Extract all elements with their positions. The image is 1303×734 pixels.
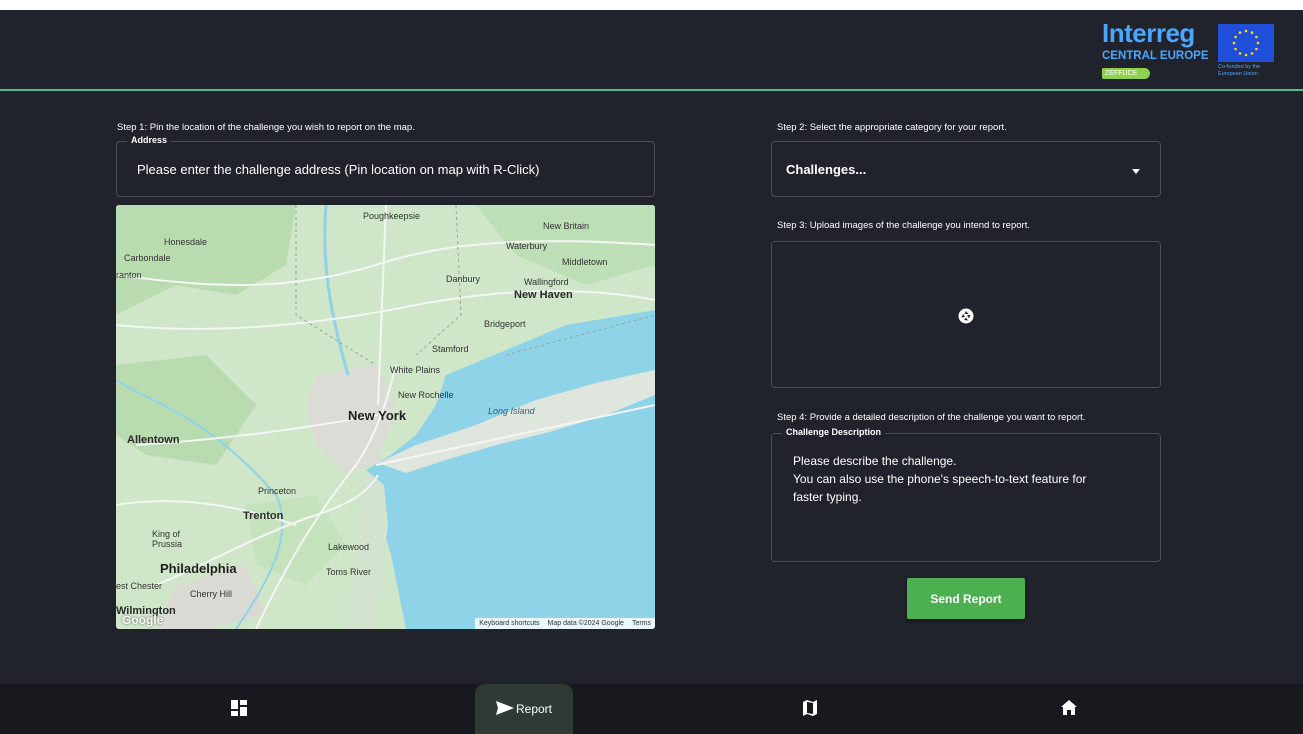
home-icon bbox=[1061, 700, 1077, 718]
map-label-west-chester: est Chester bbox=[116, 581, 163, 591]
map-attribution: Keyboard shortcuts Map data ©2024 Google… bbox=[475, 618, 655, 629]
map-label-danbury: Danbury bbox=[446, 274, 481, 284]
category-selected-value: Challenges... bbox=[786, 162, 867, 177]
nav-dashboard[interactable] bbox=[209, 684, 269, 734]
map-label-scranton: ranton bbox=[116, 270, 142, 280]
google-logo: Google bbox=[122, 613, 164, 627]
map-label-middletown: Middletown bbox=[562, 257, 608, 267]
map-keyboard-shortcuts-link[interactable]: Keyboard shortcuts bbox=[479, 618, 539, 629]
map-label-toms-river: Toms River bbox=[326, 567, 372, 577]
map-label-new-haven: New Haven bbox=[514, 289, 573, 301]
map-label-philadelphia: Philadelphia bbox=[160, 561, 237, 576]
address-field[interactable]: Address Please enter the challenge addre… bbox=[116, 135, 655, 197]
map-icon bbox=[803, 699, 817, 719]
map-label-lakewood: Lakewood bbox=[328, 542, 370, 552]
camera-aperture-icon[interactable] bbox=[958, 308, 974, 329]
map-label-long-island: Long Island bbox=[488, 406, 535, 416]
map-label-carbondale: Carbondale bbox=[124, 253, 171, 263]
map-label-wallingford: Wallingford bbox=[524, 277, 569, 287]
image-upload-area[interactable] bbox=[771, 241, 1161, 388]
step1-label: Step 1: Pin the location of the challeng… bbox=[117, 122, 415, 133]
nav-home[interactable] bbox=[1039, 684, 1099, 734]
map-label-new-york: New York bbox=[348, 408, 407, 423]
app-window: Interreg CENTRAL EUROPE ZEFFUCE Co-funde… bbox=[0, 10, 1303, 734]
description-placeholder: Please describe the challenge. You can a… bbox=[793, 454, 1087, 504]
map-label-allentown: Allentown bbox=[127, 434, 180, 446]
step2-label: Step 2: Select the appropriate category … bbox=[777, 122, 1007, 133]
map-label-poughkeepsie: Poughkeepsie bbox=[363, 211, 421, 221]
step4-label: Step 4: Provide a detailed description o… bbox=[777, 412, 1086, 423]
address-input[interactable]: Please enter the challenge address (Pin … bbox=[137, 162, 539, 177]
logo-tag: ZEFFUCE bbox=[1102, 68, 1150, 79]
nav-report-label: Report bbox=[515, 702, 553, 716]
map-label-king-of-prussia: King of Prussia bbox=[152, 529, 183, 549]
map-label-cherry-hill: Cherry Hill bbox=[190, 589, 233, 599]
map-label-stamford: Stamford bbox=[432, 344, 469, 354]
logo-wordmark: Interreg bbox=[1102, 18, 1195, 48]
interreg-logo: Interreg CENTRAL EUROPE ZEFFUCE Co-funde… bbox=[1098, 18, 1276, 84]
bottom-nav: Report bbox=[0, 684, 1303, 734]
map-label-trenton: Trenton bbox=[243, 510, 284, 522]
eu-flag-icon bbox=[1218, 24, 1274, 62]
nav-map[interactable] bbox=[780, 684, 840, 734]
header: Interreg CENTRAL EUROPE ZEFFUCE Co-funde… bbox=[0, 10, 1303, 91]
address-legend: Address bbox=[127, 135, 172, 145]
dashboard-icon bbox=[231, 699, 247, 719]
description-legend: Challenge Description bbox=[782, 427, 886, 437]
send-report-button[interactable]: Send Report bbox=[907, 578, 1025, 619]
send-icon bbox=[495, 700, 514, 718]
map-label-princeton: Princeton bbox=[258, 486, 297, 496]
map-label-honesdale: Honesdale bbox=[164, 237, 208, 247]
description-textarea[interactable]: Challenge Description Please describe th… bbox=[771, 427, 1161, 562]
nav-report[interactable]: Report bbox=[475, 684, 573, 734]
map-label-new-britain: New Britain bbox=[543, 221, 590, 231]
chevron-down-icon bbox=[1132, 169, 1140, 174]
eu-cofunded-text: Co-funded by the European Union bbox=[1218, 64, 1261, 77]
map-label-bridgeport: Bridgeport bbox=[484, 319, 526, 329]
category-select[interactable]: Challenges... bbox=[771, 141, 1161, 197]
logo-subtitle: CENTRAL EUROPE bbox=[1102, 50, 1209, 62]
map-data-attribution: Map data ©2024 Google bbox=[547, 620, 624, 627]
map-label-new-rochelle: New Rochelle bbox=[398, 390, 454, 400]
map-label-waterbury: Waterbury bbox=[506, 241, 548, 251]
step3-label: Step 3: Upload images of the challenge y… bbox=[777, 220, 1030, 231]
map-label-white-plains: White Plains bbox=[390, 365, 441, 375]
map-view[interactable]: Poughkeepsie New Britain Honesdale Water… bbox=[116, 205, 655, 629]
map-terms-link[interactable]: Terms bbox=[632, 618, 651, 629]
